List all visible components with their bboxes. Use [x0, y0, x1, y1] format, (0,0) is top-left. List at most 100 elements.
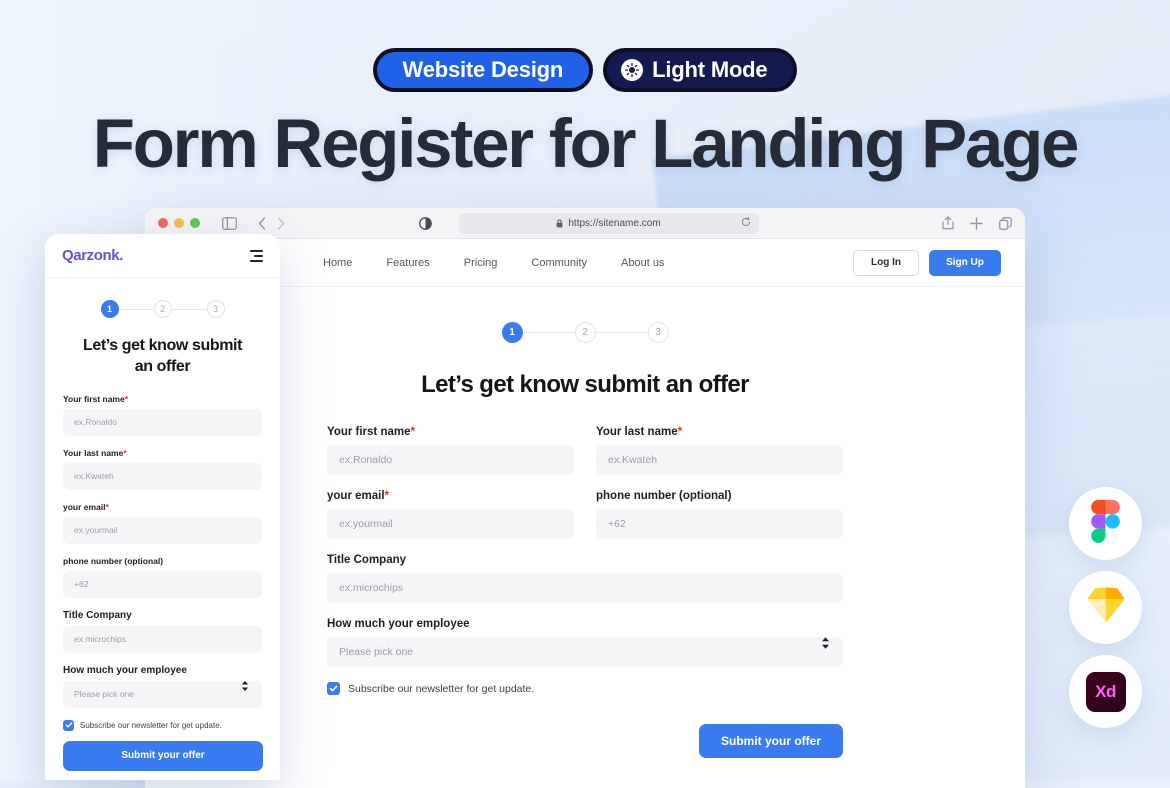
- required-marker: *: [384, 490, 390, 502]
- nav-link-features[interactable]: Features: [386, 257, 429, 269]
- form-row-contact: your email* ex.yourmail phone number (op…: [327, 490, 843, 554]
- contrast-icon[interactable]: [418, 216, 432, 230]
- window-traffic-lights: [158, 218, 200, 228]
- last-name-input[interactable]: ex.Kwateh: [596, 445, 843, 475]
- mobile-title-company-input[interactable]: ex.microchips: [63, 625, 262, 653]
- chevron-updown-icon[interactable]: [821, 636, 830, 649]
- field-phone: phone number (optional) +62: [596, 490, 843, 539]
- label-email: your email*: [327, 490, 390, 502]
- mobile-employee-count-select[interactable]: Please pick one: [63, 680, 262, 708]
- mobile-step-1[interactable]: 1: [100, 300, 119, 318]
- mobile-label-employee-count: How much your employee: [63, 664, 187, 676]
- mobile-form-stepper: 1 2 3: [45, 300, 280, 318]
- lock-icon: [556, 218, 563, 228]
- newsletter-checkbox[interactable]: [327, 682, 340, 695]
- badge-light-mode[interactable]: Light Mode: [603, 48, 798, 92]
- mobile-registration-form: Your first name* ex.Ronaldo Your last na…: [45, 378, 280, 771]
- page-title: Form Register for Landing Page: [92, 105, 1080, 182]
- plus-icon[interactable]: [970, 216, 983, 230]
- mobile-phone-input[interactable]: +62: [63, 570, 262, 598]
- mobile-step-connector-2: [171, 308, 207, 310]
- mobile-newsletter-checkbox-label: Subscribe our newsletter for get update.: [80, 720, 222, 730]
- mobile-newsletter-checkbox-row[interactable]: Subscribe our newsletter for get update.: [63, 719, 262, 731]
- submit-offer-button[interactable]: Submit your offer: [698, 724, 843, 758]
- mobile-label-first-name: Your first name*: [63, 393, 129, 404]
- email-input[interactable]: ex.yourmail: [327, 509, 574, 539]
- badge-website-design[interactable]: Website Design: [372, 48, 594, 92]
- nav-link-about-us[interactable]: About us: [621, 257, 664, 269]
- required-marker: *: [677, 426, 683, 438]
- login-button[interactable]: Log In: [853, 249, 919, 276]
- nav-link-home[interactable]: Home: [323, 257, 352, 269]
- minimize-window-button[interactable]: [174, 218, 184, 228]
- mobile-field-email: your email* ex.yourmail: [63, 502, 262, 544]
- required-marker: *: [410, 426, 415, 438]
- title-company-input[interactable]: ex.microchips: [327, 573, 843, 603]
- required-marker: *: [105, 501, 109, 512]
- hamburger-icon[interactable]: [250, 249, 263, 262]
- address-bar[interactable]: https://sitename.com: [458, 212, 759, 234]
- site-nav-actions: Log In Sign Up: [853, 249, 1001, 276]
- adobe-xd-badge[interactable]: Xd: [1069, 655, 1142, 728]
- mobile-step-2[interactable]: 2: [153, 300, 172, 318]
- first-name-input[interactable]: ex.Ronaldo: [327, 445, 574, 475]
- sketch-badge[interactable]: [1069, 571, 1142, 644]
- nav-link-community[interactable]: Community: [531, 257, 587, 269]
- newsletter-checkbox-row[interactable]: Subscribe our newsletter for get update.: [327, 682, 843, 695]
- field-title-company: Title Company ex.microchips: [327, 554, 843, 603]
- mobile-preview-panel: Qarzonk. 1 2 3 Let’s get know submit an …: [45, 234, 280, 780]
- share-icon[interactable]: [942, 216, 954, 230]
- required-marker: *: [124, 393, 129, 404]
- step-3[interactable]: 3: [647, 322, 669, 343]
- badge-website-design-label: Website Design: [402, 57, 564, 82]
- mobile-navbar: Qarzonk.: [45, 234, 280, 278]
- mobile-last-name-input[interactable]: ex.Kwateh: [63, 462, 262, 490]
- step-connector-1: [522, 332, 575, 333]
- nav-link-pricing[interactable]: Pricing: [464, 257, 498, 269]
- registration-form: Your first name* ex.Ronaldo Your last na…: [327, 426, 843, 758]
- label-employee-count: How much your employee: [327, 618, 470, 630]
- mobile-submit-offer-button[interactable]: Submit your offer: [63, 740, 263, 771]
- mobile-newsletter-checkbox[interactable]: [63, 719, 74, 731]
- mobile-step-connector-1: [118, 308, 154, 310]
- sketch-icon: [1086, 587, 1126, 628]
- step-2[interactable]: 2: [574, 322, 596, 343]
- form-submit-row: Submit your offer: [327, 724, 843, 758]
- field-first-name: Your first name* ex.Ronaldo: [327, 426, 574, 475]
- mobile-logo[interactable]: Qarzonk.: [62, 247, 123, 264]
- sidebar-toggle-icon[interactable]: [222, 216, 237, 230]
- mobile-label-title-company: Title Company: [63, 609, 132, 621]
- label-last-name: Your last name*: [596, 426, 683, 438]
- mobile-label-phone: phone number (optional): [63, 555, 164, 566]
- close-window-button[interactable]: [158, 218, 168, 228]
- mobile-field-title-company: Title Company ex.microchips: [63, 610, 262, 653]
- field-email: your email* ex.yourmail: [327, 490, 574, 539]
- browser-toolbar-actions: [942, 216, 1012, 230]
- step-1[interactable]: 1: [501, 322, 523, 343]
- badge-light-mode-label: Light Mode: [652, 57, 768, 82]
- figma-icon: [1091, 499, 1120, 548]
- mobile-field-phone: phone number (optional) +62: [63, 556, 262, 598]
- mobile-email-input[interactable]: ex.yourmail: [63, 516, 262, 544]
- copy-tabs-icon[interactable]: [999, 216, 1012, 230]
- badge-row: Website Design Light Mode: [0, 48, 1170, 92]
- phone-input[interactable]: +62: [596, 509, 843, 539]
- newsletter-checkbox-label: Subscribe our newsletter for get update.: [348, 682, 535, 695]
- required-marker: *: [123, 447, 127, 458]
- field-last-name: Your last name* ex.Kwateh: [596, 426, 843, 475]
- mobile-form-heading: Let’s get know submit an offer: [82, 337, 243, 375]
- reload-icon[interactable]: [741, 216, 751, 230]
- maximize-window-button[interactable]: [190, 218, 200, 228]
- employee-count-select[interactable]: Please pick one: [327, 637, 843, 667]
- mobile-chevron-updown-icon[interactable]: [241, 680, 249, 692]
- label-first-name: Your first name*: [327, 426, 415, 438]
- figma-badge[interactable]: [1069, 487, 1142, 560]
- chevron-right-icon[interactable]: [277, 216, 285, 230]
- form-row-names: Your first name* ex.Ronaldo Your last na…: [327, 426, 843, 490]
- chevron-left-icon[interactable]: [258, 216, 266, 230]
- signup-button[interactable]: Sign Up: [929, 249, 1001, 276]
- mobile-first-name-input[interactable]: ex.Ronaldo: [63, 408, 262, 436]
- browser-nav-arrows: [258, 216, 285, 230]
- label-phone: phone number (optional): [596, 490, 732, 502]
- mobile-step-3[interactable]: 3: [206, 300, 225, 318]
